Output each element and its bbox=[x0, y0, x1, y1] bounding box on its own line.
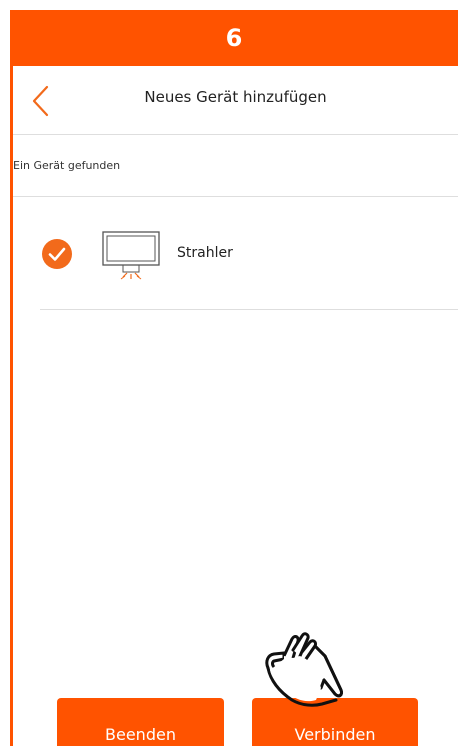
connect-button-label: Verbinden bbox=[294, 725, 376, 744]
step-number: 6 bbox=[225, 24, 243, 52]
page-title: Neues Gerät hinzufügen bbox=[144, 88, 327, 106]
app-frame: 6 Neues Gerät hinzufügen Ein Gerät gefun… bbox=[0, 0, 458, 746]
app-header: Neues Gerät hinzufügen bbox=[13, 66, 458, 135]
check-circle-icon bbox=[48, 247, 66, 261]
quit-button-label: Beenden bbox=[105, 725, 176, 744]
device-list-item[interactable]: Strahler bbox=[13, 197, 458, 309]
device-divider bbox=[40, 309, 458, 310]
device-name: Strahler bbox=[177, 245, 233, 261]
found-devices-section: Ein Gerät gefunden bbox=[13, 135, 458, 197]
spotlight-icon bbox=[102, 231, 160, 287]
found-devices-label: Ein Gerät gefunden bbox=[13, 159, 121, 172]
back-button[interactable] bbox=[29, 84, 53, 118]
quit-button[interactable]: Beenden bbox=[57, 698, 224, 746]
chevron-left-icon bbox=[32, 85, 49, 117]
connect-button[interactable]: Verbinden bbox=[252, 698, 418, 746]
device-select-checkbox[interactable] bbox=[42, 239, 72, 269]
step-banner: 6 bbox=[10, 10, 458, 66]
